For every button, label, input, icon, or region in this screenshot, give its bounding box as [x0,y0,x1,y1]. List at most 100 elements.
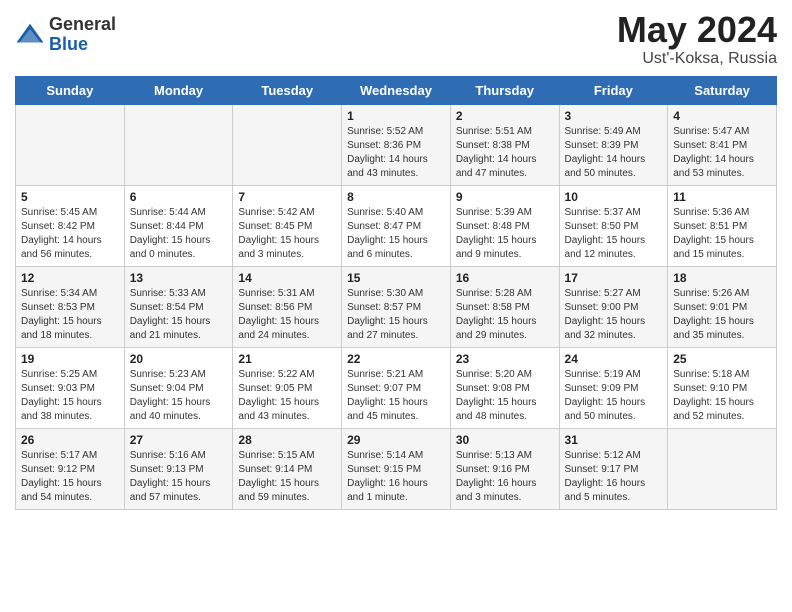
table-row: 21 Sunrise: 5:22 AMSunset: 9:05 PMDaylig… [233,347,342,428]
day-number: 26 [21,433,119,447]
col-tuesday: Tuesday [233,76,342,104]
day-info: Sunrise: 5:21 AMSunset: 9:07 PMDaylight:… [347,368,445,424]
table-row: 2 Sunrise: 5:51 AMSunset: 8:38 PMDayligh… [450,104,559,185]
day-info: Sunrise: 5:20 AMSunset: 9:08 PMDaylight:… [456,368,554,424]
table-row: 1 Sunrise: 5:52 AMSunset: 8:36 PMDayligh… [342,104,451,185]
day-info: Sunrise: 5:28 AMSunset: 8:58 PMDaylight:… [456,287,554,343]
day-info: Sunrise: 5:36 AMSunset: 8:51 PMDaylight:… [673,206,771,262]
table-row: 20 Sunrise: 5:23 AMSunset: 9:04 PMDaylig… [124,347,233,428]
col-thursday: Thursday [450,76,559,104]
day-info: Sunrise: 5:12 AMSunset: 9:17 PMDaylight:… [565,449,663,505]
table-row [233,104,342,185]
day-info: Sunrise: 5:22 AMSunset: 9:05 PMDaylight:… [238,368,336,424]
table-row: 10 Sunrise: 5:37 AMSunset: 8:50 PMDaylig… [559,185,668,266]
table-row: 16 Sunrise: 5:28 AMSunset: 8:58 PMDaylig… [450,266,559,347]
day-number: 28 [238,433,336,447]
col-monday: Monday [124,76,233,104]
table-row: 31 Sunrise: 5:12 AMSunset: 9:17 PMDaylig… [559,428,668,509]
day-info: Sunrise: 5:39 AMSunset: 8:48 PMDaylight:… [456,206,554,262]
day-number: 14 [238,271,336,285]
day-info: Sunrise: 5:23 AMSunset: 9:04 PMDaylight:… [130,368,228,424]
logo: General Blue [15,15,116,55]
col-saturday: Saturday [668,76,777,104]
table-row: 5 Sunrise: 5:45 AMSunset: 8:42 PMDayligh… [16,185,125,266]
day-info: Sunrise: 5:30 AMSunset: 8:57 PMDaylight:… [347,287,445,343]
day-number: 4 [673,109,771,123]
page-container: General Blue May 2024 Ust'-Koksa, Russia… [0,0,792,525]
day-number: 20 [130,352,228,366]
table-row: 22 Sunrise: 5:21 AMSunset: 9:07 PMDaylig… [342,347,451,428]
day-number: 11 [673,190,771,204]
day-number: 17 [565,271,663,285]
day-info: Sunrise: 5:44 AMSunset: 8:44 PMDaylight:… [130,206,228,262]
calendar-week-row: 12 Sunrise: 5:34 AMSunset: 8:53 PMDaylig… [16,266,777,347]
day-number: 23 [456,352,554,366]
day-number: 22 [347,352,445,366]
table-row: 15 Sunrise: 5:30 AMSunset: 8:57 PMDaylig… [342,266,451,347]
day-number: 16 [456,271,554,285]
day-number: 12 [21,271,119,285]
table-row: 14 Sunrise: 5:31 AMSunset: 8:56 PMDaylig… [233,266,342,347]
table-row: 28 Sunrise: 5:15 AMSunset: 9:14 PMDaylig… [233,428,342,509]
table-row: 30 Sunrise: 5:13 AMSunset: 9:16 PMDaylig… [450,428,559,509]
day-number: 30 [456,433,554,447]
table-row: 11 Sunrise: 5:36 AMSunset: 8:51 PMDaylig… [668,185,777,266]
day-info: Sunrise: 5:40 AMSunset: 8:47 PMDaylight:… [347,206,445,262]
day-info: Sunrise: 5:34 AMSunset: 8:53 PMDaylight:… [21,287,119,343]
day-number: 25 [673,352,771,366]
table-row: 27 Sunrise: 5:16 AMSunset: 9:13 PMDaylig… [124,428,233,509]
table-row: 26 Sunrise: 5:17 AMSunset: 9:12 PMDaylig… [16,428,125,509]
table-row: 9 Sunrise: 5:39 AMSunset: 8:48 PMDayligh… [450,185,559,266]
day-number: 19 [21,352,119,366]
day-info: Sunrise: 5:25 AMSunset: 9:03 PMDaylight:… [21,368,119,424]
day-info: Sunrise: 5:37 AMSunset: 8:50 PMDaylight:… [565,206,663,262]
title-block: May 2024 Ust'-Koksa, Russia [617,10,777,68]
calendar-location: Ust'-Koksa, Russia [617,50,777,68]
day-number: 3 [565,109,663,123]
table-row: 19 Sunrise: 5:25 AMSunset: 9:03 PMDaylig… [16,347,125,428]
day-info: Sunrise: 5:47 AMSunset: 8:41 PMDaylight:… [673,125,771,181]
table-row [16,104,125,185]
table-row: 18 Sunrise: 5:26 AMSunset: 9:01 PMDaylig… [668,266,777,347]
calendar-week-row: 26 Sunrise: 5:17 AMSunset: 9:12 PMDaylig… [16,428,777,509]
table-row: 17 Sunrise: 5:27 AMSunset: 9:00 PMDaylig… [559,266,668,347]
table-row: 3 Sunrise: 5:49 AMSunset: 8:39 PMDayligh… [559,104,668,185]
day-info: Sunrise: 5:16 AMSunset: 9:13 PMDaylight:… [130,449,228,505]
table-row: 4 Sunrise: 5:47 AMSunset: 8:41 PMDayligh… [668,104,777,185]
table-row: 23 Sunrise: 5:20 AMSunset: 9:08 PMDaylig… [450,347,559,428]
calendar-week-row: 19 Sunrise: 5:25 AMSunset: 9:03 PMDaylig… [16,347,777,428]
day-info: Sunrise: 5:15 AMSunset: 9:14 PMDaylight:… [238,449,336,505]
day-number: 15 [347,271,445,285]
table-row: 6 Sunrise: 5:44 AMSunset: 8:44 PMDayligh… [124,185,233,266]
table-row: 8 Sunrise: 5:40 AMSunset: 8:47 PMDayligh… [342,185,451,266]
logo-text: General Blue [49,15,116,55]
day-info: Sunrise: 5:49 AMSunset: 8:39 PMDaylight:… [565,125,663,181]
day-info: Sunrise: 5:17 AMSunset: 9:12 PMDaylight:… [21,449,119,505]
day-number: 7 [238,190,336,204]
day-number: 31 [565,433,663,447]
day-info: Sunrise: 5:19 AMSunset: 9:09 PMDaylight:… [565,368,663,424]
day-info: Sunrise: 5:33 AMSunset: 8:54 PMDaylight:… [130,287,228,343]
calendar-header-row: Sunday Monday Tuesday Wednesday Thursday… [16,76,777,104]
calendar-week-row: 5 Sunrise: 5:45 AMSunset: 8:42 PMDayligh… [16,185,777,266]
day-number: 8 [347,190,445,204]
day-number: 9 [456,190,554,204]
day-number: 29 [347,433,445,447]
day-info: Sunrise: 5:14 AMSunset: 9:15 PMDaylight:… [347,449,445,505]
day-number: 24 [565,352,663,366]
day-number: 18 [673,271,771,285]
page-header: General Blue May 2024 Ust'-Koksa, Russia [15,10,777,68]
day-number: 1 [347,109,445,123]
logo-blue: Blue [49,35,116,55]
calendar-title: May 2024 [617,10,777,50]
day-info: Sunrise: 5:26 AMSunset: 9:01 PMDaylight:… [673,287,771,343]
day-number: 27 [130,433,228,447]
day-info: Sunrise: 5:45 AMSunset: 8:42 PMDaylight:… [21,206,119,262]
table-row: 13 Sunrise: 5:33 AMSunset: 8:54 PMDaylig… [124,266,233,347]
day-number: 21 [238,352,336,366]
day-number: 10 [565,190,663,204]
table-row: 7 Sunrise: 5:42 AMSunset: 8:45 PMDayligh… [233,185,342,266]
table-row [668,428,777,509]
day-number: 2 [456,109,554,123]
day-info: Sunrise: 5:42 AMSunset: 8:45 PMDaylight:… [238,206,336,262]
